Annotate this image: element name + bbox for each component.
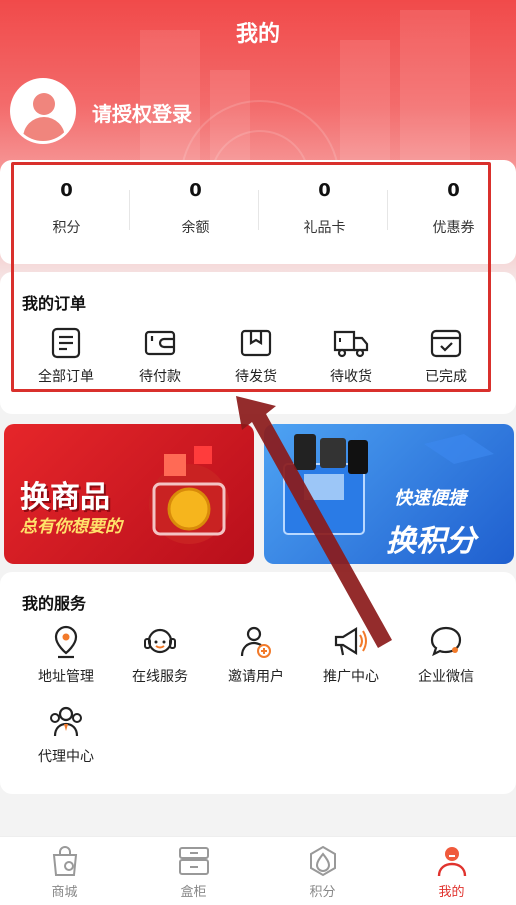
order-pending-payment[interactable]: 待付款	[112, 326, 208, 386]
stat-gift-card[interactable]: 0 礼品卡	[260, 160, 389, 237]
page-title: 我的	[235, 22, 280, 47]
stat-value: 0	[60, 180, 73, 201]
exchange-goods-banner[interactable]: 换商品 总有你想要的	[4, 424, 254, 564]
profile-icon	[437, 847, 466, 877]
service-invite[interactable]: 邀请用户	[208, 624, 304, 686]
chat-icon	[430, 626, 462, 657]
megaphone-icon	[334, 627, 367, 656]
order-label: 待付款	[139, 369, 181, 385]
tab-label: 盒柜	[180, 885, 207, 900]
tab-mall[interactable]: 商城	[0, 845, 129, 900]
building-decoration	[340, 40, 390, 180]
order-label: 全部订单	[38, 369, 94, 385]
completed-box-icon	[430, 329, 462, 358]
truck-icon	[333, 330, 369, 358]
stat-value: 0	[447, 180, 460, 201]
avatar[interactable]	[10, 78, 76, 144]
stat-coupons[interactable]: 0 优惠券	[389, 160, 516, 237]
tab-label: 我的	[438, 885, 465, 900]
order-all[interactable]: 全部订单	[18, 326, 114, 386]
service-online[interactable]: 在线服务	[112, 624, 208, 686]
orders-card: 我的订单 全部订单 待付款 待发货 待收货 已完成	[0, 272, 516, 414]
banner-subtitle: 快速便捷	[394, 488, 466, 509]
service-label: 企业微信	[418, 669, 474, 685]
order-pending-receipt[interactable]: 待收货	[303, 326, 399, 386]
stat-label: 积分	[52, 220, 81, 236]
login-button[interactable]: 请授权登录	[92, 98, 192, 127]
divider	[129, 190, 130, 230]
service-address[interactable]: 地址管理	[18, 624, 114, 686]
stat-balance[interactable]: 0 余额	[131, 160, 260, 237]
stat-label: 余额	[181, 220, 210, 236]
services-title: 我的服务	[22, 594, 87, 613]
service-agent[interactable]: 代理中心	[18, 704, 114, 766]
service-wecom[interactable]: 企业微信	[398, 624, 494, 686]
divider	[387, 190, 388, 230]
tab-cabinet[interactable]: 盒柜	[129, 845, 258, 900]
services-card: 我的服务 地址管理 在线服务 邀请用户 推广中心 企业微信 代理中心	[0, 572, 516, 794]
tab-points[interactable]: 积分	[258, 845, 387, 900]
points-drop-icon	[309, 845, 336, 877]
stat-value: 0	[189, 180, 202, 201]
service-label: 推广中心	[323, 669, 379, 685]
stats-card: 0 积分 0 余额 0 礼品卡 0 优惠券	[0, 160, 516, 264]
banner-subtitle: 总有你想要的	[20, 517, 122, 537]
tab-label: 积分	[309, 885, 336, 900]
service-label: 在线服务	[132, 669, 188, 685]
banner-title: 换商品	[20, 480, 110, 515]
service-label: 地址管理	[38, 669, 94, 685]
service-label: 代理中心	[38, 749, 94, 765]
divider	[258, 190, 259, 230]
order-pending-shipment[interactable]: 待发货	[208, 326, 304, 386]
box-icon	[240, 329, 272, 357]
service-promotion[interactable]: 推广中心	[303, 624, 399, 686]
tab-mine[interactable]: 我的	[387, 845, 516, 900]
shop-bag-icon	[52, 846, 77, 876]
order-label: 待发货	[235, 369, 277, 385]
tab-label: 商城	[51, 885, 78, 900]
location-icon	[54, 625, 78, 659]
orders-title: 我的订单	[22, 294, 87, 313]
order-label: 已完成	[425, 369, 467, 385]
stat-value: 0	[318, 180, 331, 201]
exchange-points-banner[interactable]: 快速便捷 换积分	[264, 424, 514, 564]
banner-title: 换积分	[386, 524, 476, 559]
stat-label: 优惠券	[432, 220, 475, 236]
service-label: 邀请用户	[228, 669, 284, 685]
order-completed[interactable]: 已完成	[398, 326, 494, 386]
stat-label: 礼品卡	[303, 220, 346, 236]
bottom-tab-bar: 商城 盒柜 积分 我的	[0, 836, 516, 905]
agent-group-icon	[50, 706, 82, 737]
wallet-icon	[144, 330, 176, 356]
order-label: 待收货	[330, 369, 372, 385]
stat-points[interactable]: 0 积分	[2, 160, 131, 237]
cabinet-icon	[178, 847, 209, 875]
invite-user-icon	[240, 626, 271, 658]
order-list-icon	[51, 327, 81, 359]
headset-icon	[144, 628, 176, 654]
